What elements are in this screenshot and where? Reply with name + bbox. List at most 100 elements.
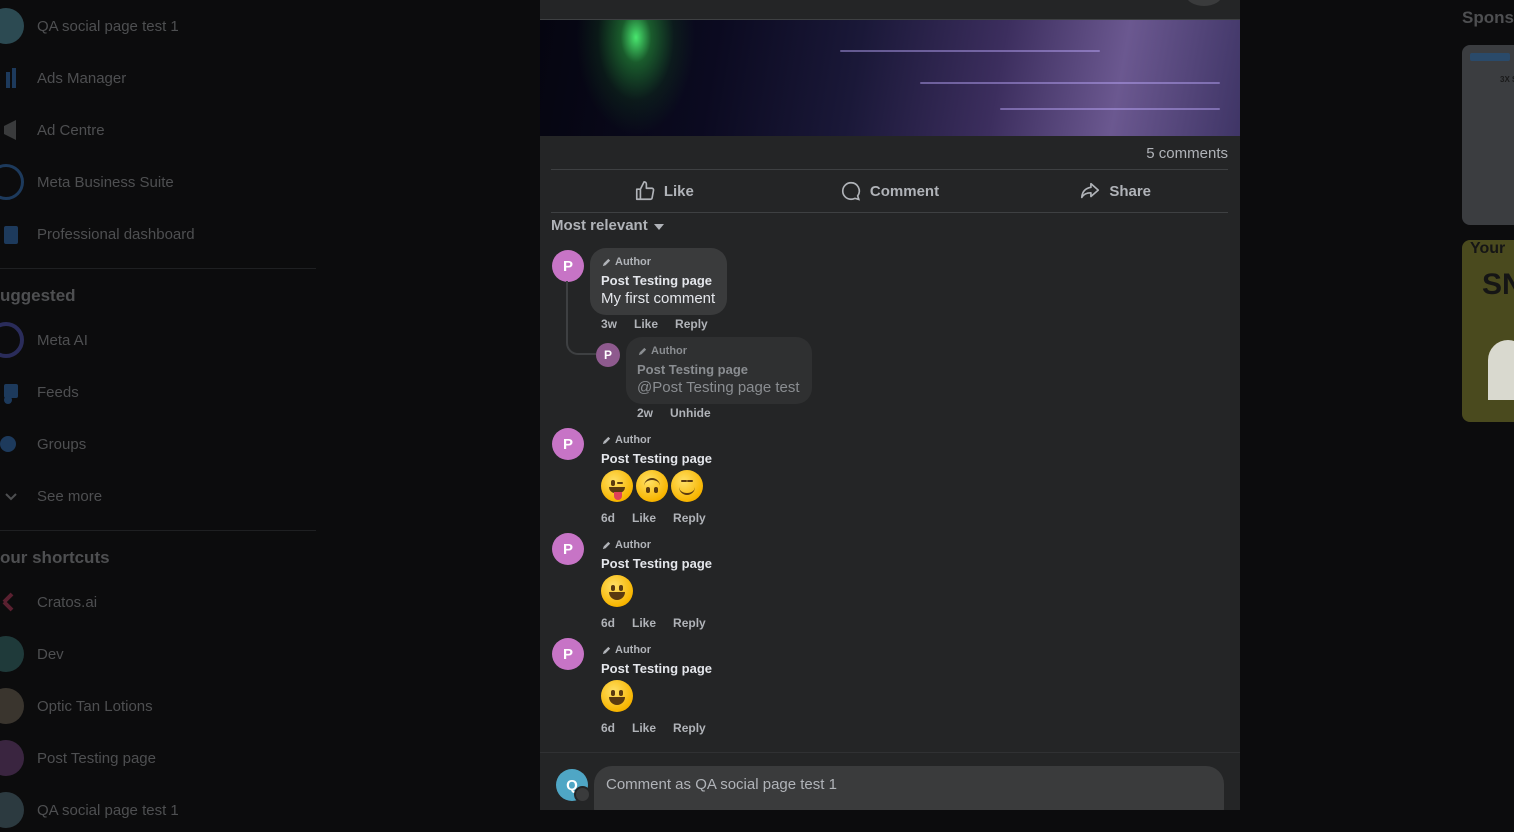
comment-author-name[interactable]: Post Testing page xyxy=(601,661,712,676)
comment-author-name[interactable]: Post Testing page xyxy=(601,556,712,571)
post-image[interactable] xyxy=(540,20,1240,136)
sidebar-item-professional-dashboard[interactable]: Professional dashboard xyxy=(0,212,320,256)
ad-text: 3X Sol xyxy=(1500,75,1514,84)
comment-meta: 3w Like Reply xyxy=(601,317,708,331)
upside-down-face-icon xyxy=(636,470,668,502)
sidebar-item-meta-business-suite[interactable]: Meta Business Suite xyxy=(0,160,320,204)
sidebar-item-ad-centre[interactable]: Ad Centre xyxy=(0,108,320,152)
smiling-face-icon xyxy=(671,470,703,502)
comment-avatar[interactable]: P xyxy=(552,250,584,282)
sidebar-item-label: Groups xyxy=(37,435,87,453)
comment-like-link[interactable]: Like xyxy=(632,616,656,630)
meta-ai-icon xyxy=(0,322,24,358)
shortcut-post-testing-page[interactable]: Post Testing page xyxy=(0,736,320,780)
sidebar-item-meta-ai[interactable]: Meta AI xyxy=(0,318,320,362)
left-sidebar: QA social page test 1 Ads Manager Ad Cen… xyxy=(0,0,330,828)
composer-avatar[interactable]: Q xyxy=(556,769,591,803)
sidebar-item-qa-social-page[interactable]: QA social page test 1 xyxy=(0,4,320,48)
business-suite-icon xyxy=(0,164,24,200)
comment-time[interactable]: 3w xyxy=(601,317,617,331)
share-arrow-icon xyxy=(1081,182,1100,199)
qa-avatar-icon xyxy=(0,8,24,44)
comment-text: My first comment xyxy=(601,290,716,307)
comment-meta: 6d Like Reply xyxy=(601,721,706,735)
reply-avatar[interactable]: P xyxy=(596,343,620,367)
sponsored-ad-1[interactable]: 3X Sol xyxy=(1462,45,1514,225)
post-testing-avatar-icon xyxy=(0,740,24,776)
comment-reply-link[interactable]: Reply xyxy=(673,511,706,525)
shortcut-qa-social-page[interactable]: QA social page test 1 xyxy=(0,788,320,832)
sidebar-item-groups[interactable]: Groups xyxy=(0,422,320,466)
comment-sort-dropdown[interactable]: Most relevant xyxy=(551,217,664,234)
comment-time[interactable]: 2w xyxy=(637,406,653,420)
sidebar-item-label: Ads Manager xyxy=(37,69,127,87)
comment-label: Comment xyxy=(869,182,940,200)
comment-time[interactable]: 6d xyxy=(601,511,615,525)
image-streak xyxy=(1000,108,1220,110)
comment-author-name[interactable]: Post Testing page xyxy=(637,362,800,377)
comment-avatar[interactable]: P xyxy=(552,533,584,565)
comments-count[interactable]: 5 comments xyxy=(1146,145,1228,162)
sidebar-item-label: See more xyxy=(37,487,103,505)
comment-meta: 2w Unhide xyxy=(637,406,711,420)
sidebar-item-label: Feeds xyxy=(37,383,79,401)
emoji-row xyxy=(601,680,712,712)
suggested-heading: uggested xyxy=(0,286,76,305)
comment-avatar[interactable]: P xyxy=(552,638,584,670)
comment-like-link[interactable]: Like xyxy=(632,511,656,525)
shortcut-cratos[interactable]: Cratos.ai xyxy=(0,580,320,624)
comment-author-name[interactable]: Post Testing page xyxy=(601,451,712,466)
author-badge-label: Author xyxy=(615,644,652,656)
author-badge: Author xyxy=(601,538,712,552)
chevron-down-icon[interactable] xyxy=(574,786,591,803)
author-badge-label: Author xyxy=(651,345,688,357)
sidebar-item-label: Meta AI xyxy=(37,331,88,349)
author-badge: Author xyxy=(601,433,712,447)
emoji-row xyxy=(601,470,712,502)
post-modal: 5 comments Like Comment Share Most relev… xyxy=(540,0,1240,810)
close-icon[interactable] xyxy=(1186,0,1222,6)
author-badge: Author xyxy=(601,643,712,657)
comment-reply-link[interactable]: Reply xyxy=(673,721,706,735)
sidebar-item-feeds[interactable]: Feeds xyxy=(0,370,320,414)
like-label: Like xyxy=(663,182,694,200)
comment-time[interactable]: 6d xyxy=(601,721,615,735)
comment-reply-link[interactable]: Reply xyxy=(675,317,708,331)
bar-chart-icon xyxy=(0,60,24,96)
comment-author-name[interactable]: Post Testing page xyxy=(601,273,715,288)
image-streak xyxy=(840,50,1100,52)
like-button[interactable]: Like xyxy=(551,170,777,212)
author-badge-label: Author xyxy=(615,256,652,268)
sidebar-item-label: Cratos.ai xyxy=(37,593,98,611)
comment-avatar[interactable]: P xyxy=(552,428,584,460)
comment-time[interactable]: 6d xyxy=(601,616,615,630)
sidebar-divider xyxy=(0,530,316,531)
comment-like-link[interactable]: Like xyxy=(632,721,656,735)
comment-button[interactable]: Comment xyxy=(777,170,1003,212)
shortcut-optic-tan-lotions[interactable]: Optic Tan Lotions xyxy=(0,684,320,728)
comment-like-link[interactable]: Like xyxy=(634,317,658,331)
groups-icon xyxy=(0,426,24,462)
pencil-icon xyxy=(602,541,611,549)
pencil-icon xyxy=(638,347,647,355)
comment-reply-link[interactable]: Reply xyxy=(673,616,706,630)
sidebar-item-label: QA social page test 1 xyxy=(37,801,179,819)
chevron-down-icon xyxy=(0,478,24,514)
megaphone-icon xyxy=(0,112,24,148)
sidebar-item-label: Post Testing page xyxy=(37,749,156,767)
share-label: Share xyxy=(1109,182,1152,200)
ad-logo xyxy=(1470,53,1510,61)
cratos-icon xyxy=(0,584,24,620)
share-button[interactable]: Share xyxy=(1002,170,1228,212)
unhide-link[interactable]: Unhide xyxy=(670,406,711,420)
comment-input[interactable] xyxy=(594,766,1218,802)
composer-divider xyxy=(540,752,1240,753)
sidebar-item-label: Ad Centre xyxy=(37,121,105,139)
sidebar-item-ads-manager[interactable]: Ads Manager xyxy=(0,56,320,100)
sidebar-see-more[interactable]: See more xyxy=(0,474,320,518)
comment-meta: 6d Like Reply xyxy=(601,616,706,630)
sponsored-ad-2[interactable]: Your SN xyxy=(1462,240,1514,422)
comment-bubble: Author Post Testing page My first commen… xyxy=(590,248,728,315)
winking-face-with-tongue-icon xyxy=(601,470,633,502)
shortcut-dev[interactable]: Dev xyxy=(0,632,320,676)
